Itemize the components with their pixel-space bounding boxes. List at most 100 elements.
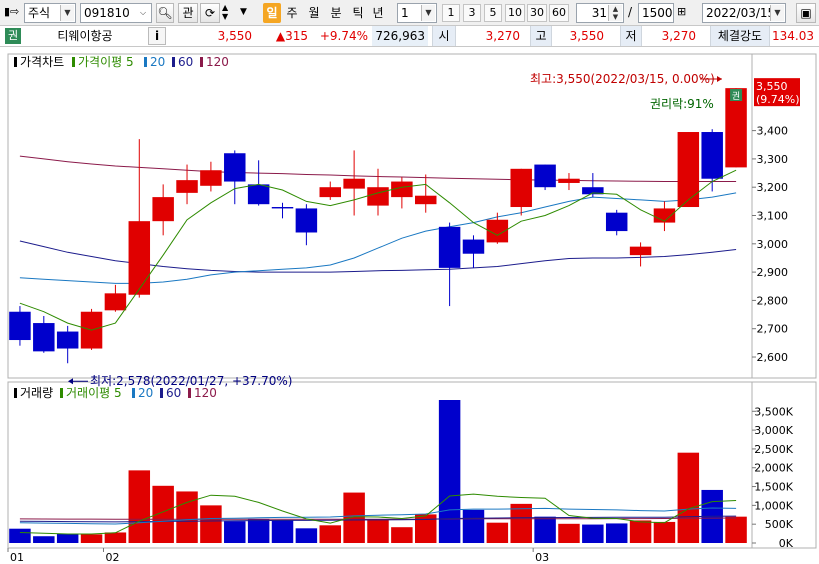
candle-body [367, 187, 389, 206]
market-select[interactable]: 주식 ▼ [24, 3, 76, 23]
price-y-tick-label: 2,900 [757, 266, 789, 279]
quick-count-5[interactable]: 5 [484, 4, 502, 22]
price-legend-item: 20 [150, 55, 165, 69]
volume-bar [33, 536, 55, 543]
stepper-updown[interactable]: ▲ ▼ [222, 3, 238, 23]
high-annotation: 최고:3,550(2022/03/15, 0.00%) [530, 72, 715, 86]
window-icon: ▣ [800, 6, 812, 20]
volume-bar [56, 533, 79, 543]
price-legend-marker [172, 57, 175, 67]
volume-bar [725, 516, 747, 543]
rights-badge: 권 [5, 28, 21, 44]
price-y-tick-label: 3,200 [757, 181, 789, 194]
price-y-tick-label: 3,000 [757, 238, 789, 251]
volume-legend-marker [188, 388, 191, 398]
refresh-button[interactable]: ⟳ [200, 3, 220, 23]
period-day[interactable]: 일 [263, 3, 281, 23]
chevron-up-icon: ▲ [222, 3, 229, 12]
volume-bar [605, 523, 628, 543]
volume-y-tick-label: 3,000K [754, 424, 793, 437]
interval-select[interactable]: 1 ▼ [397, 3, 437, 23]
volume-bar [104, 532, 127, 543]
grid-settings-icon[interactable]: ⊞ [677, 3, 693, 23]
rights-marker-text: 권 [732, 90, 740, 102]
chevron-down-icon: ▼ [60, 5, 74, 21]
candle-body [247, 184, 270, 205]
price-legend-marker [14, 57, 17, 67]
stock-chart[interactable]: 2,600 2,700 2,800 2,900 3,000 3,100 3,200 3,300… [0, 48, 819, 564]
high-price: 3,550 [569, 29, 604, 43]
chart-area: 2,600 2,700 2,800 2,900 3,000 3,100 3,200 3,300… [0, 48, 819, 564]
period-year[interactable]: 년 [369, 3, 387, 23]
quote-bar: 권 티웨이항공 i 3,550 ▲315 +9.74% 726,963 시 3,… [0, 26, 819, 47]
candle-body [104, 293, 127, 311]
candle-body [271, 207, 294, 209]
info-button[interactable]: i [148, 27, 166, 45]
volume-y-tick-label: 500K [765, 518, 794, 531]
count-stepper[interactable]: ▲ ▼ [608, 5, 622, 21]
volume-bar [9, 528, 31, 543]
volume-legend-marker [60, 388, 63, 398]
gwan-button[interactable]: 관 [178, 3, 198, 23]
volume-legend-marker [14, 388, 17, 398]
date-picker[interactable]: 2022/03/15 ▼ [702, 3, 786, 23]
quick-count-10[interactable]: 10 [505, 4, 525, 22]
chevron-down-icon[interactable]: ▼ [240, 3, 252, 23]
x-axis-label: 02 [105, 551, 119, 564]
volume-legend-marker [132, 388, 135, 398]
code-input-value: 091810 [84, 6, 130, 20]
volume-bar [295, 528, 318, 543]
chevron-down-icon: ▼ [222, 12, 229, 21]
last-change-label: (9.74%) [756, 93, 800, 106]
price-legend-marker [72, 57, 75, 67]
candle-body [224, 153, 246, 182]
chevron-down-icon: ⌵ [139, 8, 147, 17]
period-tick[interactable]: 틱 [349, 3, 367, 23]
high-label: 고 [530, 26, 552, 46]
code-input[interactable]: 091810 ⌵ [80, 3, 152, 23]
volume-y-tick-label: 2,500K [754, 443, 793, 456]
count-separator: / [628, 5, 633, 19]
chart-window-button[interactable]: ▣ [796, 3, 816, 23]
price-legend-marker [144, 57, 147, 67]
period-week[interactable]: 주 [283, 3, 301, 23]
candle-body [176, 180, 198, 193]
strength-label: 체결강도 [710, 26, 770, 46]
search-button[interactable]: 🔍︎ [156, 3, 174, 23]
volume-bar [462, 509, 485, 543]
candle-body [510, 168, 532, 208]
volume-bar [128, 470, 151, 543]
volume-bar [438, 400, 461, 543]
volume-bar [343, 492, 365, 543]
chart-menu-icon[interactable]: ▮⇨ [4, 3, 24, 23]
interval-value: 1 [401, 6, 409, 20]
count-input[interactable]: 31 ▲ ▼ [576, 3, 624, 23]
open-price: 3,270 [485, 29, 520, 43]
volume-legend-marker [160, 388, 163, 398]
quick-count-30[interactable]: 30 [527, 4, 547, 22]
quick-count-3[interactable]: 3 [463, 4, 481, 22]
total-count-field[interactable]: 1500 [638, 3, 674, 23]
volume-bar [247, 518, 270, 543]
refresh-icon: ⟳ [204, 6, 216, 20]
price-y-tick-label: 3,300 [757, 153, 789, 166]
trade-strength: 134.03 [772, 29, 814, 43]
candle-body [295, 208, 318, 233]
volume-y-tick-label: 2,000K [754, 462, 793, 475]
quick-count-1[interactable]: 1 [442, 4, 460, 22]
volume-bar [510, 503, 532, 543]
date-value: 2022/03/15 [706, 6, 776, 20]
x-axis-label: 03 [535, 551, 549, 564]
volume-bar [176, 491, 198, 543]
open-label: 시 [432, 26, 456, 46]
period-month[interactable]: 월 [305, 3, 323, 23]
candle-body [415, 195, 437, 205]
quick-count-60[interactable]: 60 [549, 4, 569, 22]
volume-bar [200, 505, 222, 543]
current-price: 3,550 [217, 29, 252, 43]
period-minute[interactable]: 분 [327, 3, 345, 23]
volume-bar [367, 519, 389, 543]
volume-y-tick-label: 1,500K [754, 481, 793, 494]
candle-body [200, 170, 222, 186]
count-value: 31 [591, 6, 607, 20]
